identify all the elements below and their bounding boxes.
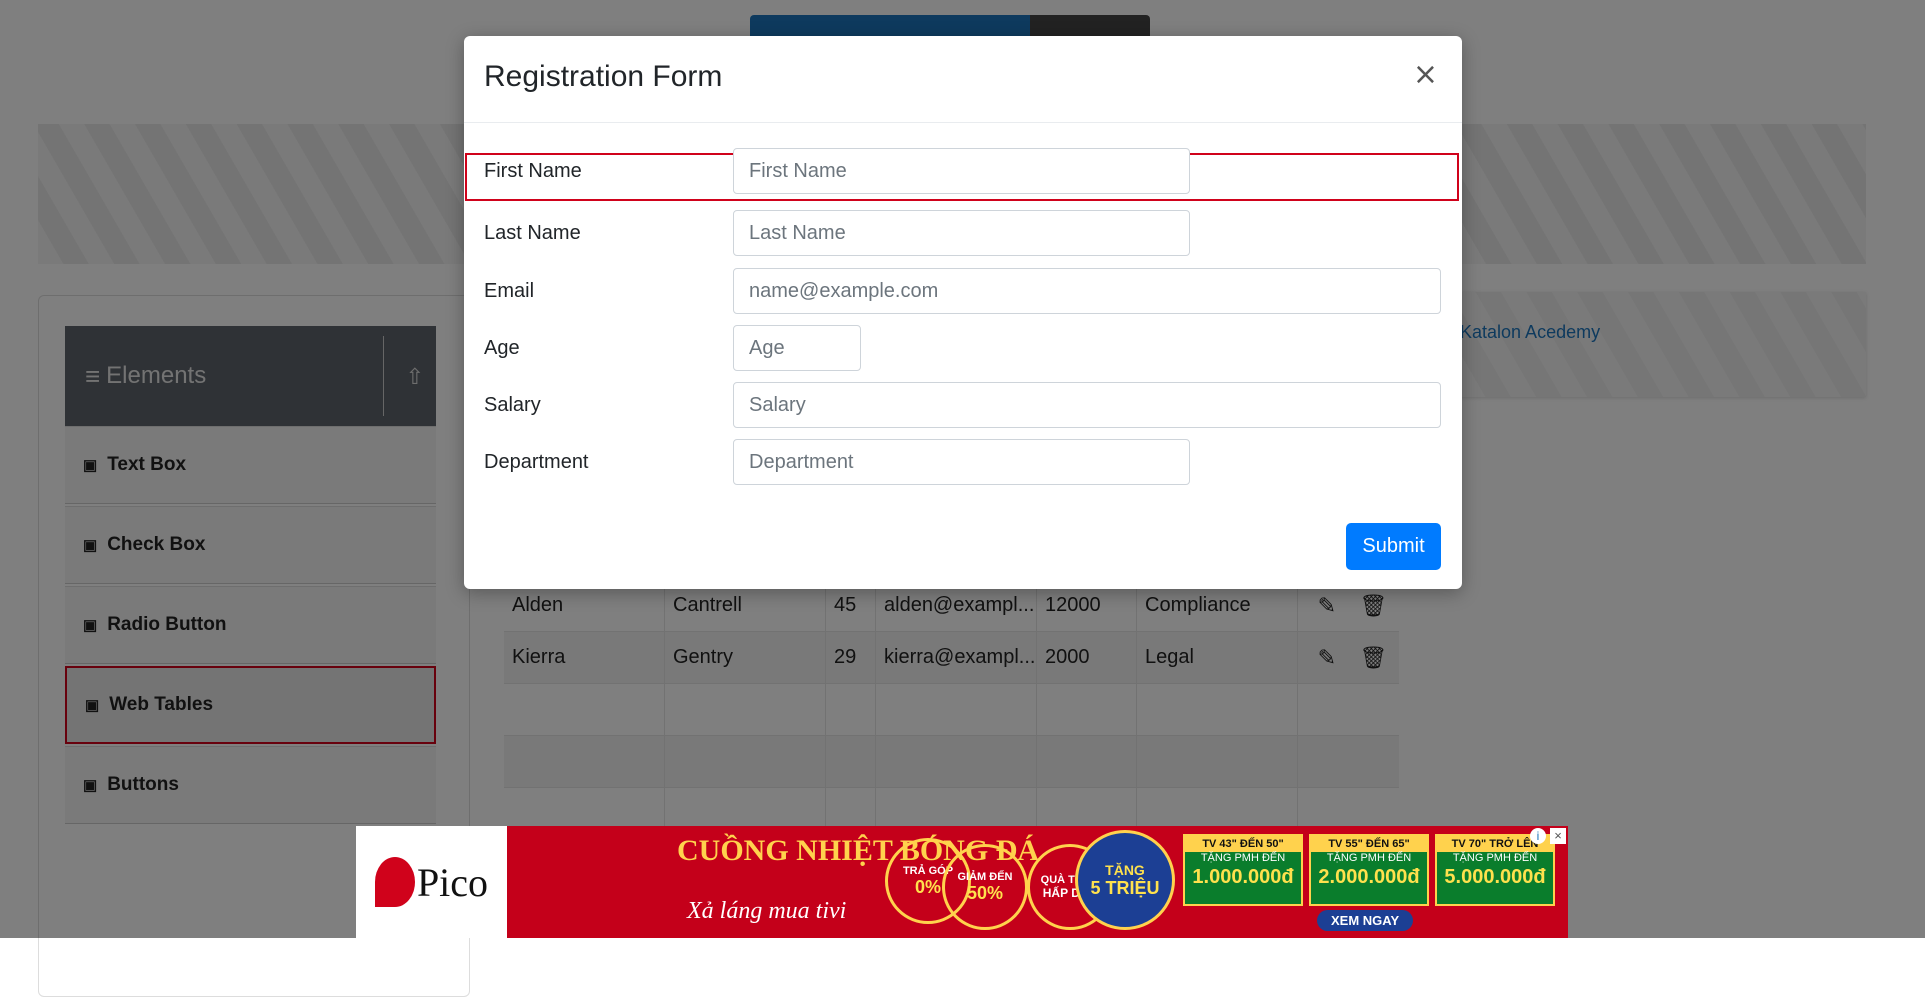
ad-promo-circle: GIẢM ĐẾN 50% bbox=[942, 844, 1028, 930]
ad-circle-top: TẶNG bbox=[1105, 861, 1145, 878]
ad-offer-card: TV 70" TRỞ LÊN TẶNG PMH ĐẾN 5.000.000đ bbox=[1435, 834, 1555, 906]
registration-modal: Registration Form × First Name Last Name… bbox=[464, 36, 1462, 589]
ad-circle-big: 0% bbox=[914, 876, 941, 897]
ad-offer-card: TV 55" ĐẾN 65" TẶNG PMH ĐẾN 2.000.000đ bbox=[1309, 834, 1429, 906]
close-button[interactable]: × bbox=[1407, 56, 1444, 93]
submit-button[interactable]: Submit bbox=[1346, 523, 1441, 570]
ad-circle-big: 50% bbox=[966, 882, 1004, 903]
ad-card-title: TV 43" ĐẾN 50" bbox=[1185, 836, 1301, 852]
ad-card-value: 1.000.000đ bbox=[1192, 866, 1294, 888]
ad-card-sub: TẶNG PMH ĐẾN bbox=[1326, 852, 1412, 864]
ad-close-icon[interactable]: × bbox=[1550, 828, 1566, 844]
ad-card-sub: TẶNG PMH ĐẾN bbox=[1452, 852, 1538, 864]
first-name-label: First Name bbox=[484, 160, 582, 182]
ad-subline: Xả láng mua tivi bbox=[687, 898, 847, 924]
pico-logo: Pico bbox=[356, 826, 507, 938]
ad-promo-circle: TẶNG 5 TRIỆU bbox=[1075, 830, 1175, 930]
last-name-input[interactable] bbox=[733, 210, 1190, 256]
ad-card-sub: TẶNG PMH ĐẾN bbox=[1200, 852, 1286, 864]
ad-card-value: 2.000.000đ bbox=[1318, 866, 1420, 888]
department-input[interactable] bbox=[733, 439, 1190, 485]
email-label: Email bbox=[484, 280, 535, 302]
age-label: Age bbox=[484, 337, 520, 359]
ad-card-title: TV 55" ĐẾN 65" bbox=[1311, 836, 1427, 852]
modal-header: Registration Form × bbox=[464, 36, 1462, 123]
ad-cta-button[interactable]: XEM NGAY bbox=[1317, 910, 1414, 931]
ad-circle-big: 5 TRIỆU bbox=[1090, 877, 1160, 898]
last-name-label: Last Name bbox=[484, 222, 581, 244]
modal-title: Registration Form bbox=[484, 60, 723, 93]
ad-circle-top: GIẢM ĐẾN bbox=[957, 870, 1013, 883]
department-label: Department bbox=[484, 451, 589, 473]
ad-info-icon[interactable]: i bbox=[1530, 828, 1546, 844]
salary-label: Salary bbox=[484, 394, 541, 416]
ad-offer-card: TV 43" ĐẾN 50" TẶNG PMH ĐẾN 1.000.000đ bbox=[1183, 834, 1303, 906]
bottom-ad-banner[interactable]: Pico CUỒNG NHIỆT BÓNG ĐÁ Xả láng mua tiv… bbox=[356, 826, 1568, 938]
ad-body[interactable]: CUỒNG NHIỆT BÓNG ĐÁ Xả láng mua tivi TRẢ… bbox=[507, 826, 1568, 938]
ad-card-value: 5.000.000đ bbox=[1444, 866, 1546, 888]
email-input[interactable] bbox=[733, 268, 1441, 314]
first-name-input[interactable] bbox=[733, 148, 1190, 194]
pico-logo-mark bbox=[374, 857, 415, 907]
salary-input[interactable] bbox=[733, 382, 1441, 428]
pico-brand-text: Pico bbox=[416, 859, 489, 905]
age-input[interactable] bbox=[733, 325, 861, 371]
